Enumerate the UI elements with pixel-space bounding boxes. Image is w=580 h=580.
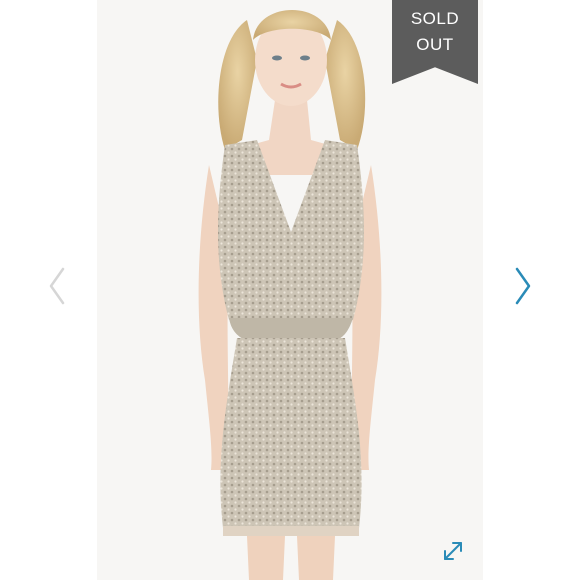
product-photo[interactable] [97,0,483,580]
expand-arrows-icon [444,542,462,560]
badge-line-1: SOLD [410,9,460,28]
dress-photo-illustration [198,10,382,580]
next-image-button[interactable] [510,266,536,306]
fullscreen-button[interactable] [438,536,468,566]
badge-line-2: OUT [416,35,454,54]
previous-image-button[interactable] [44,266,70,306]
image-viewer: SOLD OUT [0,0,580,580]
chevron-right-icon [515,267,531,305]
chevron-left-icon [49,267,65,305]
